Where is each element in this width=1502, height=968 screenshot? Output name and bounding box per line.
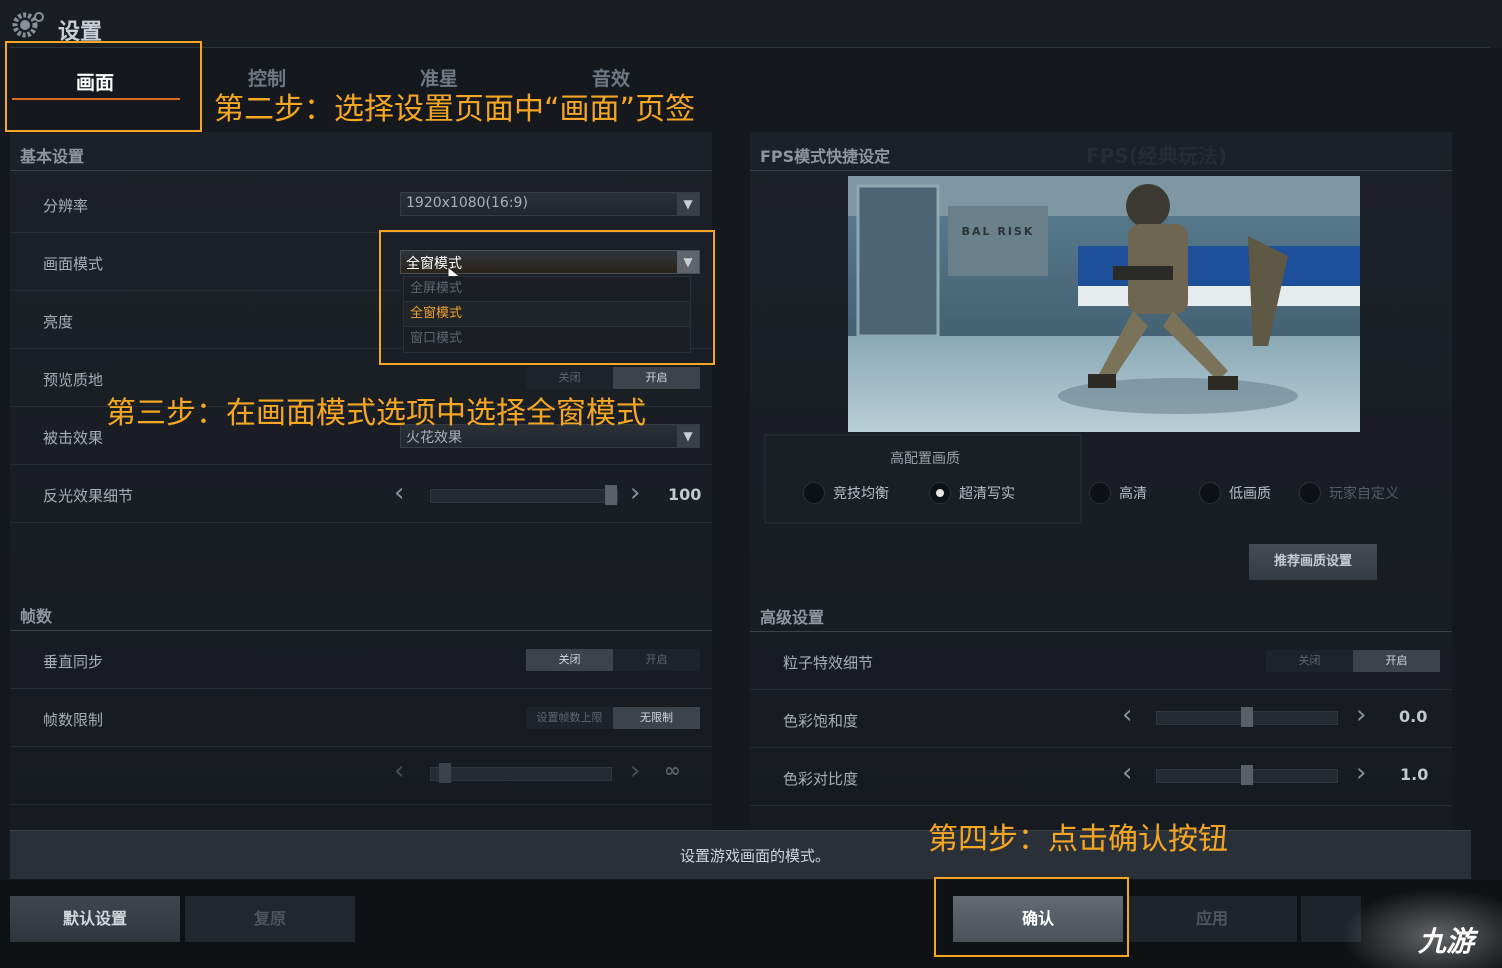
top-bar: [0, 0, 1502, 48]
radio-icon[interactable]: [803, 482, 825, 504]
highlight-tab: [5, 41, 202, 132]
default-settings-button[interactable]: 默认设置: [10, 896, 180, 942]
preview-quality-toggle[interactable]: 关闭 开启: [526, 367, 700, 389]
particle-toggle[interactable]: 关闭 开启: [1266, 650, 1440, 672]
row-divider: [10, 804, 712, 805]
fps-limit-toggle[interactable]: 设置帧数上限 无限制: [526, 707, 700, 729]
resolution-dropdown[interactable]: 1920x1080(16:9) ▼: [400, 192, 700, 216]
preset-group-label: 高配置画质: [890, 451, 960, 467]
screen-mode-label: 画面模式: [43, 255, 104, 273]
brightness-label: 亮度: [43, 313, 74, 331]
slider-knob[interactable]: [1241, 765, 1253, 785]
chevron-left-icon[interactable]: ‹: [1122, 702, 1132, 728]
reflection-slider[interactable]: [430, 485, 618, 505]
particle-label: 粒子特效细节: [783, 654, 874, 672]
advanced-settings-title: 高级设置: [760, 608, 825, 627]
status-text: 设置游戏画面的模式。: [680, 847, 831, 865]
radio-selected-icon[interactable]: [929, 482, 951, 504]
slider-knob[interactable]: [439, 763, 451, 783]
basic-settings-title: 基本设置: [20, 147, 85, 166]
vsync-label: 垂直同步: [43, 653, 104, 671]
chevron-right-icon[interactable]: ›: [1356, 702, 1366, 728]
apply-button[interactable]: 应用: [1127, 896, 1297, 942]
basic-divider: [10, 170, 712, 171]
fps-divider: [10, 630, 712, 631]
mode-overlay-text: FPS(经典玩法): [1086, 144, 1228, 168]
reflection-label: 反光效果细节: [43, 487, 134, 505]
resolution-value: 1920x1080(16:9): [406, 195, 528, 211]
annotation-step2: 第二步：选择设置页面中“画面”页签: [214, 92, 696, 127]
fps-limit-set[interactable]: 设置帧数上限: [526, 707, 613, 729]
watermark-text: 九游: [1418, 925, 1475, 958]
contrast-slider[interactable]: [1156, 765, 1338, 785]
chevron-down-icon[interactable]: ▼: [677, 193, 699, 215]
particle-on[interactable]: 开启: [1353, 650, 1440, 672]
header-divider: [10, 47, 1490, 48]
gear-icon: [10, 10, 44, 40]
fps-limit-slider[interactable]: [430, 763, 612, 783]
chevron-left-icon[interactable]: ‹: [1122, 760, 1132, 786]
preset-competitive[interactable]: 竞技均衡: [803, 482, 889, 504]
contrast-label: 色彩对比度: [783, 770, 859, 788]
row-divider: [10, 464, 712, 465]
saturation-value: 0.0: [1399, 707, 1428, 726]
row-divider: [750, 805, 1452, 806]
preset-label: 竞技均衡: [833, 486, 889, 502]
reflection-value: 100: [668, 485, 702, 504]
preset-label: 玩家自定义: [1329, 486, 1399, 502]
preview-image: BAL RISK: [848, 176, 1360, 432]
fps-limit-label: 帧数限制: [43, 711, 104, 729]
advanced-divider: [750, 631, 1452, 632]
slider-knob[interactable]: [1241, 707, 1253, 727]
preset-custom[interactable]: 玩家自定义: [1299, 482, 1399, 504]
row-divider: [750, 747, 1452, 748]
restore-button[interactable]: 复原: [185, 896, 355, 942]
preset-low[interactable]: 低画质: [1199, 482, 1271, 504]
preset-label: 超清写实: [959, 486, 1015, 502]
chevron-right-icon[interactable]: ›: [630, 758, 640, 784]
vsync-toggle[interactable]: 关闭 开启: [526, 649, 700, 671]
slider-knob[interactable]: [605, 485, 617, 505]
recommend-quality-button[interactable]: 推荐画质设置: [1249, 544, 1377, 580]
annotation-step4: 第四步：点击确认按钮: [928, 822, 1228, 857]
row-divider: [10, 688, 712, 689]
quick-divider: [750, 170, 1452, 171]
row-divider: [10, 290, 400, 291]
row-divider: [10, 522, 712, 523]
preset-ultra[interactable]: 超清写实: [929, 482, 1015, 504]
chevron-right-icon[interactable]: ›: [630, 480, 640, 506]
radio-icon[interactable]: [1089, 482, 1111, 504]
annotation-step3: 第三步：在画面模式选项中选择全窗模式: [106, 396, 646, 431]
preview-quality-label: 预览质地: [43, 371, 104, 389]
fps-limit-value: ∞: [664, 758, 681, 782]
vsync-on[interactable]: 开启: [613, 649, 700, 671]
preset-label: 低画质: [1229, 486, 1271, 502]
preview-sign-text: BAL RISK: [961, 225, 1035, 238]
radio-icon[interactable]: [1299, 482, 1321, 504]
highlight-dropdown: [379, 230, 715, 365]
particle-off[interactable]: 关闭: [1266, 650, 1353, 672]
chevron-left-icon[interactable]: ‹: [394, 758, 404, 784]
hit-effect-value: 火花效果: [406, 430, 462, 446]
fps-quick-title: FPS模式快捷设定: [760, 147, 891, 166]
preview-quality-on[interactable]: 开启: [613, 367, 700, 389]
preset-hd[interactable]: 高清: [1089, 482, 1147, 504]
preview-quality-off[interactable]: 关闭: [526, 367, 613, 389]
row-divider: [10, 746, 712, 747]
chevron-right-icon[interactable]: ›: [1356, 760, 1366, 786]
saturation-label: 色彩饱和度: [783, 712, 859, 730]
saturation-slider[interactable]: [1156, 707, 1338, 727]
preset-label: 高清: [1119, 486, 1147, 502]
highlight-confirm: [934, 877, 1129, 957]
contrast-value: 1.0: [1400, 765, 1429, 784]
chevron-down-icon[interactable]: ▼: [677, 425, 699, 447]
resolution-label: 分辨率: [43, 197, 89, 215]
fps-limit-unlimited[interactable]: 无限制: [613, 707, 700, 729]
radio-icon[interactable]: [1199, 482, 1221, 504]
hit-effect-label: 被击效果: [43, 429, 104, 447]
row-divider: [750, 689, 1452, 690]
chevron-left-icon[interactable]: ‹: [394, 480, 404, 506]
vsync-off[interactable]: 关闭: [526, 649, 613, 671]
fps-section-title: 帧数: [20, 607, 53, 626]
